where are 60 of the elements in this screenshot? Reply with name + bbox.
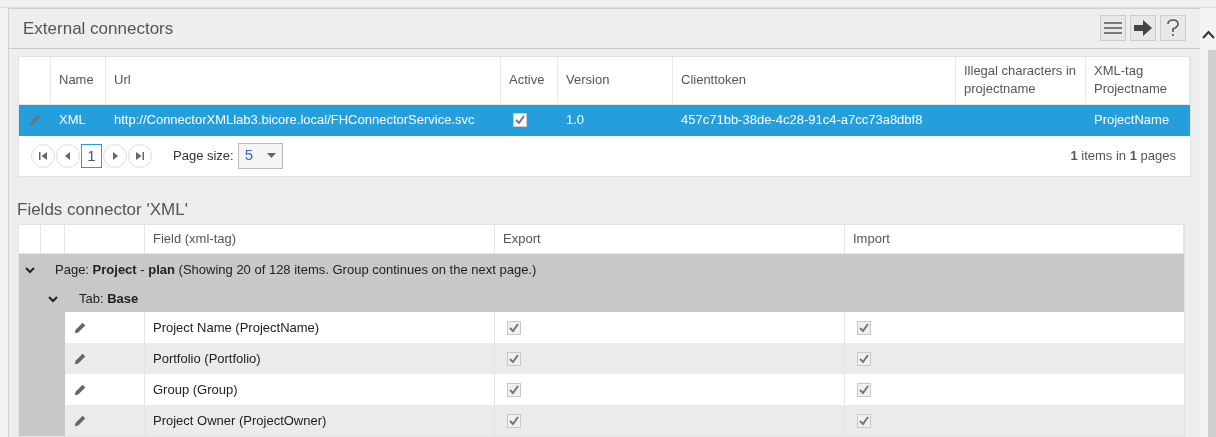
checkbox[interactable] <box>507 413 521 428</box>
pager-arrow-icon <box>135 150 145 161</box>
pager-button[interactable] <box>103 143 127 168</box>
scrollbar[interactable] <box>1208 50 1216 437</box>
column-header: Illegal characters in projectname <box>964 62 1077 98</box>
pager-button[interactable] <box>128 143 152 168</box>
pager-arrow-icon <box>63 150 73 161</box>
table-cell: 457c71bb-38de-4c28-91c4-a7cc73a8dbf8 <box>681 112 923 128</box>
column-header: Clienttoken <box>681 71 747 89</box>
table-cell-text: Group (Group) <box>153 380 238 399</box>
column-header: Field (xml-tag) <box>153 230 237 249</box>
checkbox[interactable] <box>507 382 521 397</box>
arrow-right-icon <box>1134 20 1152 37</box>
table-cell: 1.0 <box>566 112 585 128</box>
column-header: Import <box>853 230 890 249</box>
column-header: Active <box>509 71 545 89</box>
pager-summary: 1 items in 1 pages <box>1070 146 1176 165</box>
pencil-icon[interactable] <box>73 320 87 335</box>
chevron-up-icon[interactable] <box>1202 30 1215 39</box>
table-cell: ProjectName <box>1094 112 1170 128</box>
table-cell: http://ConnectorXMLlab3.bicore.local/FHConnectorService.svc <box>114 112 475 128</box>
group-header: Page: Project - plan (Showing 20 of 128 items. Group continues on the next page.) <box>55 261 537 280</box>
checkbox[interactable] <box>857 320 871 335</box>
help-button[interactable] <box>1160 15 1186 42</box>
column-header: XML-tag Projectname <box>1094 62 1168 98</box>
column-header: Version <box>566 71 610 89</box>
checkbox[interactable] <box>857 413 871 428</box>
page-number[interactable]: 1 <box>81 143 102 168</box>
chevron-down-icon[interactable] <box>24 264 36 276</box>
table-cell-text: Portfolio (Portfolio) <box>153 349 261 368</box>
table-row[interactable]: XML http://ConnectorXMLlab3.bicore.local/FHConnectorService.svc 1.0 457c71bb-38de-4c28-91c4-a7cc73a8dbf8 ProjectName <box>19 104 1190 136</box>
checkbox[interactable] <box>507 351 521 366</box>
checkbox[interactable] <box>513 113 527 127</box>
table-cell: XML <box>59 112 86 128</box>
pager-button[interactable] <box>56 143 80 168</box>
checkbox[interactable] <box>857 351 871 366</box>
checkbox[interactable] <box>507 320 521 335</box>
table-cell-text: Project Owner (ProjectOwner) <box>153 411 327 430</box>
page-size-label: Page size: <box>173 146 234 165</box>
caret-icon <box>266 153 276 158</box>
pencil-icon[interactable] <box>73 413 87 428</box>
menu-button[interactable] <box>1100 15 1126 42</box>
chevron-down-icon[interactable] <box>47 293 59 305</box>
column-header: Url <box>114 71 131 89</box>
column-header: Export <box>503 230 541 249</box>
pencil-icon[interactable] <box>73 351 87 366</box>
column-header: Name <box>59 71 94 89</box>
pager-arrow-icon <box>38 150 48 161</box>
group-header: Tab: Base <box>79 290 139 309</box>
pager-button[interactable] <box>31 143 55 168</box>
table-cell-text: Project Name (ProjectName) <box>153 318 320 337</box>
menu-icon <box>1104 21 1122 36</box>
pager-arrow-icon <box>110 150 120 161</box>
help-icon <box>1167 19 1179 38</box>
panel-title: External connectors <box>23 17 174 40</box>
arrow-right-button[interactable] <box>1130 15 1156 42</box>
section-title: Fields connector 'XML' <box>17 199 188 219</box>
page-size-dropdown[interactable]: 5 <box>237 142 283 169</box>
pencil-icon[interactable] <box>73 382 87 397</box>
checkbox[interactable] <box>857 382 871 397</box>
